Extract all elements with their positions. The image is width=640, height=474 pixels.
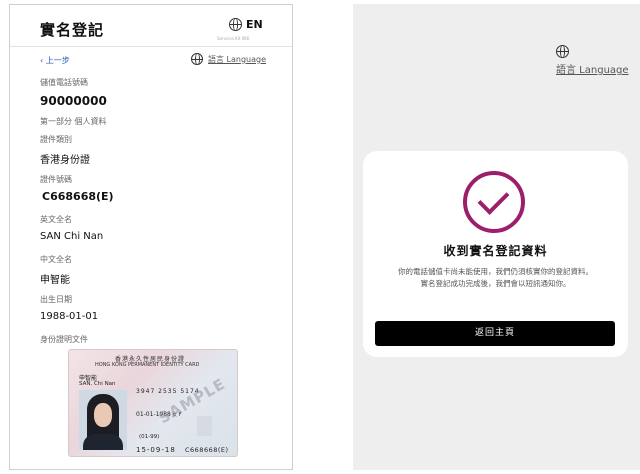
card-mini-photo: [197, 416, 212, 436]
dob-value: 1988-01-01: [40, 311, 99, 322]
confirmation-title: 收到實名登記資料: [443, 244, 548, 258]
app-header: 實名登記 EN Services Kit 0KK: [10, 5, 292, 47]
section-label: 第一部分 個人資料: [40, 117, 107, 126]
doc-type-label: 證件類別: [40, 135, 72, 144]
confirmation-card: 收到實名登記資料 你的電話儲值卡尚未能使用，我們仍須核實你的登記資料。 實名登記…: [363, 151, 628, 357]
phone-value: 90000000: [40, 94, 107, 108]
doc-no-label: 證件號碼: [40, 175, 72, 184]
doc-type-value: 香港身份證: [40, 155, 90, 166]
language-link[interactable]: 語言 Language: [208, 54, 266, 65]
en-name-value: SAN Chi Nan: [40, 231, 104, 242]
card-issue-date: 15-09-18: [136, 446, 176, 454]
globe-icon[interactable]: [229, 18, 242, 31]
card-number: C668668(E): [185, 446, 229, 454]
back-label: 上一步: [45, 56, 70, 65]
id-card-image[interactable]: 香港永久性居民身份證 HONG KONG PERMANENT IDENTITY …: [68, 349, 238, 457]
back-button[interactable]: ‹ 上一步: [40, 55, 70, 66]
doc-no-value: C668668(E): [42, 190, 114, 203]
en-name-label: 英文全名: [40, 215, 72, 224]
card-class: (01-99): [139, 434, 160, 440]
header-subtext: Services Kit 0KK: [217, 36, 250, 41]
return-home-button[interactable]: 返回主頁: [375, 321, 615, 346]
message-line-2: 實名登記成功完成後，我們會以短訊通知你。: [420, 279, 571, 288]
phone-label: 儲值電話號碼: [40, 78, 88, 87]
globe-icon[interactable]: [191, 53, 203, 65]
globe-icon[interactable]: [556, 45, 569, 58]
check-circle-icon: [463, 171, 525, 233]
cn-name-value: 申智能: [40, 275, 70, 286]
dob-label: 出生日期: [40, 295, 72, 304]
confirmation-message: 你的電話儲值卡尚未能使用，我們仍須核實你的登記資料。 實名登記成功完成後，我們會…: [371, 266, 620, 290]
card-name-en: SAN, Chi Nan: [79, 381, 116, 387]
registration-form-screen: 實名登記 EN Services Kit 0KK ‹ 上一步 語言 Langua…: [9, 4, 293, 470]
confirmation-screen: 語言 Language 收到實名登記資料 你的電話儲值卡尚未能使用，我們仍須核實…: [353, 4, 640, 470]
cn-name-label: 中文全名: [40, 255, 72, 264]
message-line-1: 你的電話儲值卡尚未能使用，我們仍須核實你的登記資料。: [398, 267, 593, 276]
language-link[interactable]: 語言 Language: [556, 61, 629, 76]
doc-proof-label: 身份證明文件: [40, 335, 88, 344]
card-photo: [79, 390, 127, 450]
page-title: 實名登記: [40, 21, 105, 39]
card-title-en: HONG KONG PERMANENT IDENTITY CARD: [95, 362, 200, 368]
card-watermark: SAMPLE: [155, 374, 229, 428]
language-toggle[interactable]: EN: [246, 18, 263, 31]
